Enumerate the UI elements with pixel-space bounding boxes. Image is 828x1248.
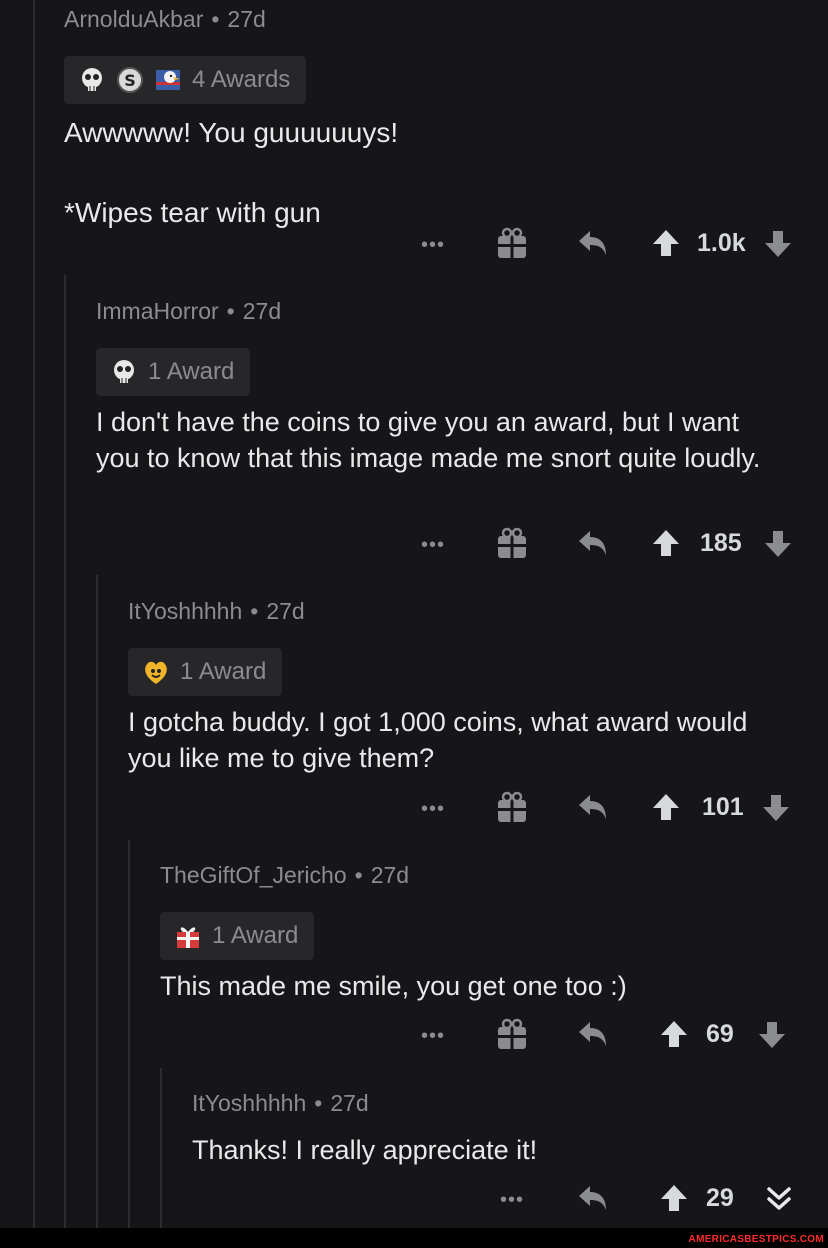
downvote-button[interactable] — [764, 530, 792, 558]
silver-award-icon: S — [116, 66, 144, 94]
upvote-button[interactable] — [652, 229, 680, 257]
gift-award-icon — [174, 922, 202, 950]
more-options-button[interactable]: ••• — [418, 1021, 448, 1051]
vote-score: 69 — [706, 1020, 734, 1048]
skull-award-icon — [110, 358, 138, 386]
reply-button[interactable] — [578, 529, 608, 557]
gift-icon — [498, 227, 526, 258]
upvote-arrow-icon — [653, 794, 679, 820]
gift-icon — [498, 791, 526, 822]
watermark-bar: AMERICASBESTPICS.COM — [0, 1228, 828, 1248]
gift-icon — [498, 527, 526, 558]
comment-body: This made me smile, you get one too :) — [160, 971, 627, 1001]
eagle-award-icon — [154, 66, 182, 94]
reply-button[interactable] — [578, 793, 608, 821]
upvote-button[interactable] — [660, 1020, 688, 1048]
skull-award-icon — [78, 66, 106, 94]
more-options-button[interactable]: ••• — [418, 230, 448, 260]
awards-badge[interactable]: 1 Award — [160, 912, 315, 960]
awards-count: 4 Awards — [192, 66, 291, 93]
watermark-text: AMERICASBESTPICS.COM — [688, 1234, 824, 1245]
comment-meta: ImmaHorror • 27d — [96, 298, 281, 325]
gift-award-button[interactable] — [497, 227, 527, 259]
awards-count: 1 Award — [148, 358, 235, 385]
thread-line-1[interactable] — [33, 0, 35, 1230]
author-name[interactable]: ArnolduAkbar — [64, 6, 203, 32]
separator-dot: • — [314, 1090, 323, 1116]
thread-line-5[interactable] — [160, 1068, 162, 1230]
author-name[interactable]: ItYoshhhhh — [192, 1090, 306, 1116]
thread-line-2[interactable] — [64, 275, 66, 1230]
author-name[interactable]: ImmaHorror — [96, 298, 219, 324]
svg-text:S: S — [124, 71, 136, 90]
reply-button[interactable] — [578, 1184, 608, 1212]
comment-age: 27d — [266, 598, 305, 624]
upvote-button[interactable] — [652, 529, 680, 557]
downvote-button[interactable] — [762, 794, 790, 822]
upvote-button[interactable] — [652, 793, 680, 821]
double-chevron-down-icon — [767, 1187, 791, 1210]
more-options-button[interactable]: ••• — [497, 1185, 527, 1215]
upvote-arrow-icon — [661, 1021, 687, 1047]
vote-score: 185 — [700, 529, 742, 557]
awards-count: 1 Award — [212, 922, 299, 949]
separator-dot: • — [250, 598, 259, 624]
downvote-button[interactable] — [764, 230, 792, 258]
more-options-button[interactable]: ••• — [418, 530, 448, 560]
author-name[interactable]: ItYoshhhhh — [128, 598, 242, 624]
upvote-button[interactable] — [660, 1184, 688, 1212]
comment-age: 27d — [370, 862, 410, 888]
separator-dot: • — [211, 6, 220, 32]
gift-award-button[interactable] — [497, 791, 527, 823]
reply-icon — [579, 1022, 606, 1046]
comment-age: 27d — [242, 298, 282, 324]
thread-line-3[interactable] — [96, 575, 98, 1230]
comment-meta: ItYoshhhhh • 27d — [192, 1090, 369, 1117]
comment-age: 27d — [227, 6, 266, 32]
comment-meta: ItYoshhhhh • 27d — [128, 598, 305, 625]
author-name[interactable]: TheGiftOf_Jericho — [160, 862, 347, 888]
comment-age: 27d — [330, 1090, 369, 1116]
separator-dot: • — [226, 298, 235, 324]
awards-badge[interactable]: S 4 Awards — [64, 56, 307, 104]
downvote-button[interactable] — [758, 1021, 786, 1049]
awards-count: 1 Award — [180, 658, 267, 685]
comment-body: Awwwww! You guuuuuuys! *Wipes tear with … — [64, 117, 399, 228]
upvote-arrow-icon — [653, 230, 679, 256]
comment-body: I don't have the coins to give you an aw… — [96, 407, 761, 473]
downvote-arrow-icon — [765, 231, 791, 257]
gift-award-button[interactable] — [497, 527, 527, 559]
reply-icon — [579, 1186, 606, 1210]
downvote-arrow-icon — [759, 1022, 785, 1048]
more-options-button[interactable]: ••• — [418, 794, 448, 824]
comment-meta: ArnolduAkbar • 27d — [64, 6, 266, 33]
awards-badge[interactable]: 1 Award — [128, 648, 283, 696]
separator-dot: • — [354, 862, 363, 888]
comment-body: I gotcha buddy. I got 1,000 coins, what … — [128, 707, 755, 773]
reply-icon — [579, 795, 606, 819]
thread-line-4[interactable] — [128, 840, 130, 1230]
upvote-arrow-icon — [661, 1185, 687, 1211]
awards-badge[interactable]: 1 Award — [96, 348, 251, 396]
reply-icon — [579, 231, 606, 255]
collapse-thread-button[interactable] — [764, 1184, 794, 1214]
gift-icon — [498, 1018, 526, 1049]
vote-score: 29 — [706, 1184, 734, 1212]
reply-button[interactable] — [578, 1020, 608, 1048]
reply-icon — [579, 531, 606, 555]
downvote-arrow-icon — [765, 531, 791, 557]
vote-score: 1.0k — [697, 229, 746, 257]
vote-score: 101 — [702, 793, 744, 821]
upvote-arrow-icon — [653, 530, 679, 556]
wholesome-award-icon — [142, 658, 170, 686]
comment-body: Thanks! I really appreciate it! — [192, 1135, 538, 1165]
downvote-arrow-icon — [763, 795, 789, 821]
reply-button[interactable] — [578, 229, 608, 257]
comment-meta: TheGiftOf_Jericho • 27d — [160, 862, 409, 889]
gift-award-button[interactable] — [497, 1018, 527, 1050]
